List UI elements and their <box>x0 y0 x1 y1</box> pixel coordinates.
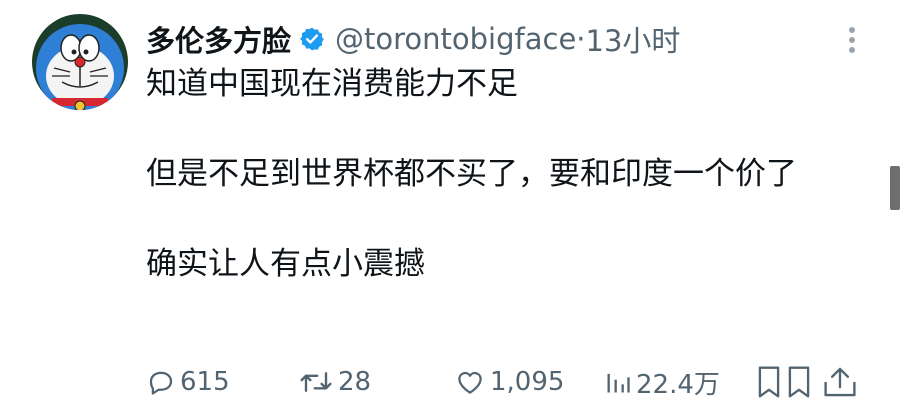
bookmark-button-secondary[interactable] <box>786 362 812 402</box>
separator-dot: · <box>576 22 586 56</box>
views-button[interactable]: 22.4万 <box>604 362 720 402</box>
reply-button[interactable]: 615 <box>146 362 230 402</box>
more-vertical-icon[interactable] <box>845 24 859 56</box>
user-handle[interactable]: @torontobigface <box>335 22 576 56</box>
doraemon-avatar-image <box>32 14 128 110</box>
tweet-line: 知道中国现在消费能力不足 <box>146 66 518 102</box>
heart-icon <box>458 371 482 394</box>
share-button[interactable] <box>820 362 860 402</box>
retweet-count: 28 <box>338 367 372 397</box>
share-icon <box>824 367 856 397</box>
reply-icon <box>149 371 173 395</box>
tweet-action-bar: 615 28 1,095 22.4万 <box>146 362 896 402</box>
timestamp[interactable]: 13小时 <box>586 18 681 60</box>
like-count: 1,095 <box>490 367 565 397</box>
tweet-paragraph-gap <box>146 197 846 242</box>
like-button[interactable]: 1,095 <box>454 362 564 402</box>
reply-count: 615 <box>180 367 230 397</box>
bookmark-icon <box>788 366 810 398</box>
tweet-line: 确实让人有点小震撼 <box>146 246 425 282</box>
retweet-icon <box>300 372 332 392</box>
bookmark-icon <box>758 366 780 398</box>
tweet-paragraph-gap <box>146 107 846 152</box>
scrollbar-thumb[interactable] <box>890 166 900 210</box>
tweet-line: 但是不足到世界杯都不买了，要和印度一个价了 <box>146 156 797 192</box>
view-count: 22.4万 <box>636 369 720 400</box>
tweet-body: 知道中国现在消费能力不足 但是不足到世界杯都不买了，要和印度一个价了 确实让人有… <box>146 62 846 287</box>
retweet-button[interactable]: 28 <box>298 362 371 402</box>
display-name[interactable]: 多伦多方脸 <box>146 18 291 60</box>
bookmark-button[interactable] <box>756 362 782 402</box>
verified-badge-icon <box>300 27 324 51</box>
avatar[interactable] <box>32 14 128 110</box>
tweet-header: 多伦多方脸 @torontobigface · 13小时 <box>146 18 680 60</box>
analytics-icon <box>607 373 630 393</box>
